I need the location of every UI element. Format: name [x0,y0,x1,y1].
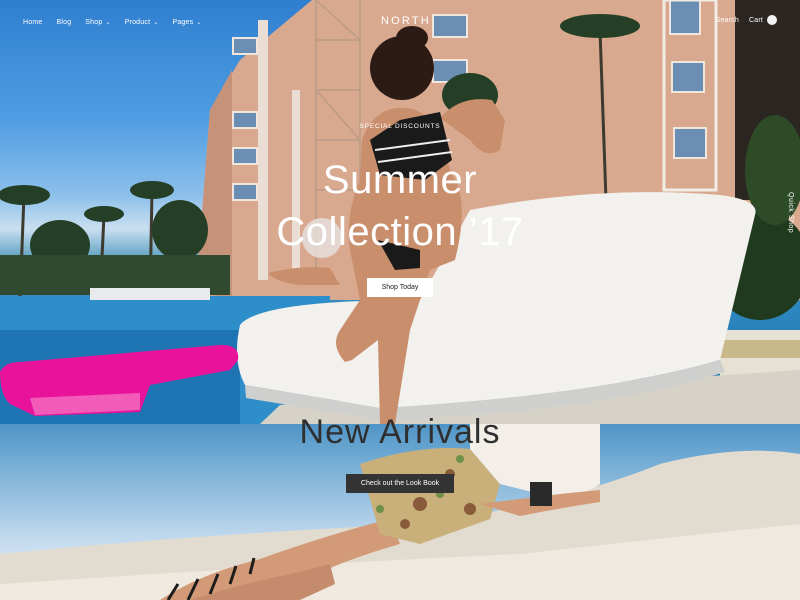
chevron-down-icon: ⌄ [153,19,159,26]
hero-eyebrow: Special Discounts [359,123,441,130]
chevron-down-icon: ⌄ [196,19,202,26]
search-link[interactable]: Search [716,17,739,24]
cart-link[interactable]: Cart [749,15,777,25]
top-navigation: Home Blog Shop ⌄ Product ⌄ Pages ⌄ NORTH Se… [0,0,800,44]
cart-label: Cart [748,16,763,24]
nav-product-label: Product [124,18,151,26]
nav-product[interactable]: Product ⌄ [125,19,159,26]
hero-banner: Home Blog Shop ⌄ Product ⌄ Pages ⌄ NORTH Se… [0,0,800,424]
hero-title: Summer Collection ’17 [0,154,800,258]
nav-home[interactable]: Home [23,19,42,26]
nav-shop-label: Shop [85,18,103,26]
nav-pages[interactable]: Pages ⌄ [172,19,201,26]
chevron-down-icon: ⌄ [105,19,111,26]
hero-title-line-2: Collection ’17 [276,210,524,254]
quick-shop-tab[interactable]: Quick Shop [787,192,794,233]
nav-pages-label: Pages [172,18,194,26]
look-book-button[interactable]: Check out the Look Book [346,474,454,493]
nav-shop[interactable]: Shop ⌄ [85,19,110,26]
nav-blog[interactable]: Blog [56,19,71,26]
site-logo[interactable]: NORTH [381,15,431,27]
nav-home-label: Home [23,18,43,26]
cart-count-badge [767,15,777,25]
hero-copy: Special Discounts Summer Collection ’17 [0,123,800,258]
utility-menu: Search Cart [716,15,777,25]
shop-today-button[interactable]: Shop Today [367,278,433,297]
nav-blog-label: Blog [56,18,72,26]
new-arrivals-title: New Arrivals [299,413,501,451]
hero-title-line-1: Summer [322,158,478,202]
main-menu: Home Blog Shop ⌄ Product ⌄ Pages ⌄ [23,19,202,26]
